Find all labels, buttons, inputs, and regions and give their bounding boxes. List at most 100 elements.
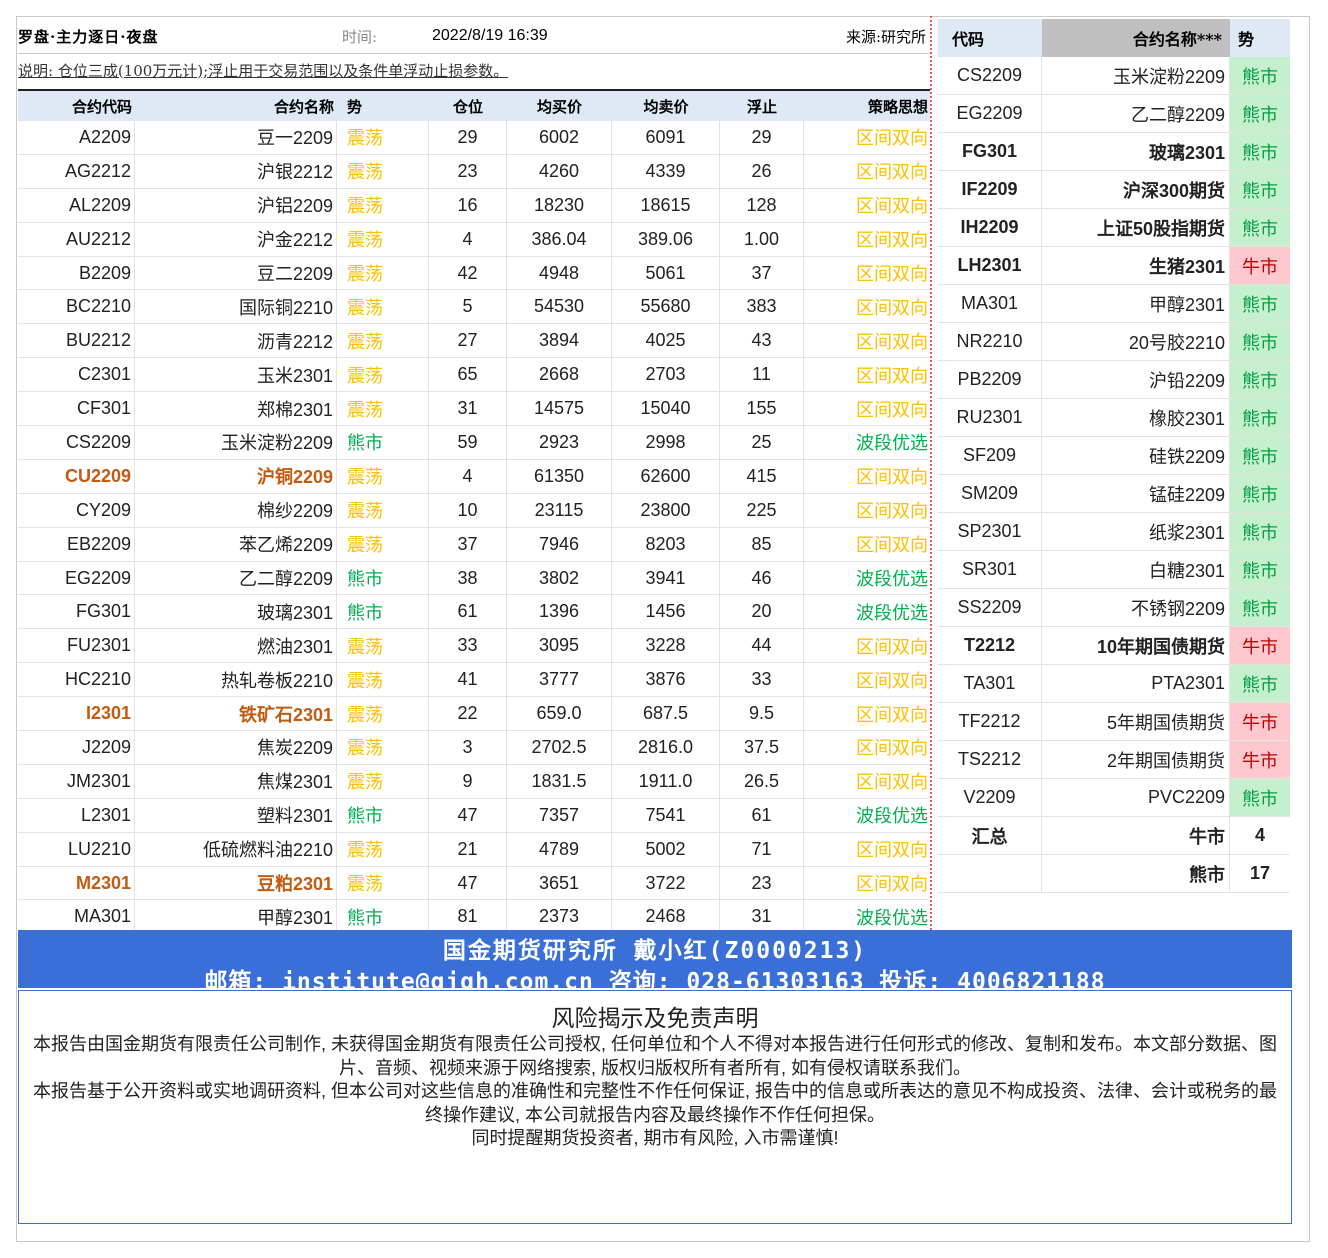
side-cell-name: 2年期国债期货	[1042, 741, 1230, 778]
side-cell-name: 甲醇2301	[1042, 285, 1230, 322]
side-cell-name: 乙二醇2209	[1042, 95, 1230, 132]
summary-trend-label: 牛市	[1042, 817, 1230, 854]
cell-strategy: 区间双向	[856, 365, 928, 386]
table-row: I2301 铁矿石2301 震荡 22 659.0 687.5 9.5 区间双向	[18, 697, 930, 732]
cell-avg-buy: 3651	[507, 866, 612, 900]
side-table-row: SS2209 不锈钢2209 熊市	[938, 589, 1290, 627]
cell-float-stop: 43	[720, 324, 804, 358]
cell-float-stop: 9.5	[720, 697, 804, 731]
cell-float-stop: 29	[720, 121, 804, 154]
banner-contact: 邮箱: institute@gjqh.com.cn 咨询: 028-613031…	[204, 969, 1106, 988]
cell-float-stop: 11	[720, 358, 804, 392]
col-header-name: 合约名称	[273, 97, 334, 116]
cell-trend: 震荡	[337, 459, 429, 493]
side-table-row: CS2209 玉米淀粉2209 熊市	[938, 57, 1290, 95]
side-cell-trend: 熊市	[1230, 95, 1290, 132]
cell-avg-buy: 1396	[507, 595, 612, 629]
cell-avg-buy: 386.04	[507, 222, 612, 256]
side-cell-code: SP2301	[938, 513, 1042, 550]
cell-name: 甲醇2301	[135, 900, 337, 934]
side-table-summary: 汇总 牛市 4 熊市 17	[938, 817, 1290, 893]
cell-position: 42	[429, 256, 507, 290]
cell-float-stop: 25	[720, 426, 804, 459]
cell-position: 5	[429, 290, 507, 324]
cell-float-stop: 61	[720, 798, 804, 832]
side-table-row: SF209 硅铁2209 熊市	[938, 437, 1290, 475]
cell-avg-sell: 62600	[612, 459, 720, 493]
cell-float-stop: 225	[720, 493, 804, 527]
cell-float-stop: 85	[720, 527, 804, 561]
cell-trend: 震荡	[337, 731, 429, 764]
side-cell-name: 上证50股指期货	[1042, 209, 1230, 246]
side-cell-trend: 熊市	[1230, 57, 1290, 94]
col-header-code: 合约代码	[71, 97, 132, 116]
side-cell-name: 纸浆2301	[1042, 513, 1230, 550]
cell-strategy: 区间双向	[856, 535, 928, 556]
cell-avg-buy: 3802	[507, 561, 612, 595]
cell-position: 10	[429, 493, 507, 527]
disclaimer-box: 风险揭示及免责声明 本报告由国金期货有限责任公司制作, 未获得国金期货有限责任公…	[18, 990, 1292, 1224]
cell-name: 玻璃2301	[135, 595, 337, 629]
disclaimer-paragraph-2: 本报告基于公开资料或实地调研资料, 但本公司对这些信息的准确性和完整性不作任何保…	[33, 1081, 1277, 1125]
cell-code: L2301	[18, 798, 135, 832]
cell-avg-sell: 8203	[612, 527, 720, 561]
cell-avg-sell: 2998	[612, 426, 720, 459]
side-cell-name: 5年期国债期货	[1042, 703, 1230, 740]
side-cell-name: PTA2301	[1042, 665, 1230, 702]
side-cell-name: 沪铅2209	[1042, 361, 1230, 398]
summary-label-empty	[938, 855, 1042, 892]
cell-float-stop: 46	[720, 561, 804, 595]
side-cell-trend: 熊市	[1230, 437, 1290, 474]
cell-trend: 熊市	[337, 426, 429, 459]
cell-code: BC2210	[18, 290, 135, 324]
cell-trend: 震荡	[337, 324, 429, 358]
cell-name: 玉米淀粉2209	[135, 426, 337, 459]
cell-trend: 震荡	[337, 866, 429, 900]
cell-avg-sell: 4339	[612, 154, 720, 188]
source-label: 来源:研究所	[845, 27, 926, 46]
side-cell-code: IH2209	[938, 209, 1042, 246]
cell-position: 47	[429, 798, 507, 832]
table-row: B2209 豆二2209 震荡 42 4948 5061 37 区间双向	[18, 256, 930, 291]
summary-label: 汇总	[938, 817, 1042, 854]
cell-position: 31	[429, 392, 507, 426]
cell-avg-buy: 2702.5	[507, 731, 612, 764]
cell-float-stop: 71	[720, 832, 804, 866]
side-cell-code: TA301	[938, 665, 1042, 702]
summary-count: 4	[1254, 825, 1265, 845]
side-cell-code: CS2209	[938, 57, 1042, 94]
side-cell-code: MA301	[938, 285, 1042, 322]
side-table-row: MA301 甲醇2301 熊市	[938, 285, 1290, 323]
side-table-row: SP2301 纸浆2301 熊市	[938, 513, 1290, 551]
cell-position: 22	[429, 697, 507, 731]
cell-avg-sell: 389.06	[612, 222, 720, 256]
table-row: L2301 塑料2301 熊市 47 7357 7541 61 波段优选	[18, 798, 930, 833]
cell-name: 豆二2209	[135, 256, 337, 290]
cell-float-stop: 31	[720, 900, 804, 934]
cell-code: CU2209	[18, 459, 135, 493]
cell-position: 33	[429, 629, 507, 663]
table-body: A2209 豆一2209 震荡 29 6002 6091 29 区间双向 AG2212 沪银221…	[18, 121, 930, 935]
table-row: CS2209 玉米淀粉2209 熊市 59 2923 2998 25 波段优选	[18, 426, 930, 460]
cell-avg-sell: 4025	[612, 324, 720, 358]
cell-code: FU2301	[18, 629, 135, 663]
contact-banner: 国金期货研究所 戴小红(Z0000213) 邮箱: institute@gjqh…	[18, 930, 1292, 988]
cell-avg-sell: 18615	[612, 188, 720, 222]
cell-strategy: 波段优选	[856, 569, 928, 590]
side-cell-trend: 熊市	[1230, 551, 1290, 588]
side-cell-name: 10年期国债期货	[1042, 627, 1230, 664]
col-header-float-stop: 浮止	[746, 97, 777, 116]
side-table-row: LH2301 生猪2301 牛市	[938, 247, 1290, 285]
side-table-row: T2212 10年期国债期货 牛市	[938, 627, 1290, 665]
cell-avg-sell: 23800	[612, 493, 720, 527]
side-col-header-code: 代码	[938, 19, 1042, 57]
cell-trend: 震荡	[337, 663, 429, 697]
col-header-avg-sell: 均卖价	[643, 97, 689, 116]
side-cell-name: 玉米淀粉2209	[1042, 57, 1230, 94]
table-row: FU2301 燃油2301 震荡 33 3095 3228 44 区间双向	[18, 629, 930, 664]
cell-float-stop: 383	[720, 290, 804, 324]
banner-author: 国金期货研究所 戴小红(Z0000213)	[442, 938, 868, 964]
side-cell-trend: 牛市	[1230, 741, 1290, 778]
side-cell-trend: 熊市	[1230, 133, 1290, 170]
cell-avg-buy: 4789	[507, 832, 612, 866]
